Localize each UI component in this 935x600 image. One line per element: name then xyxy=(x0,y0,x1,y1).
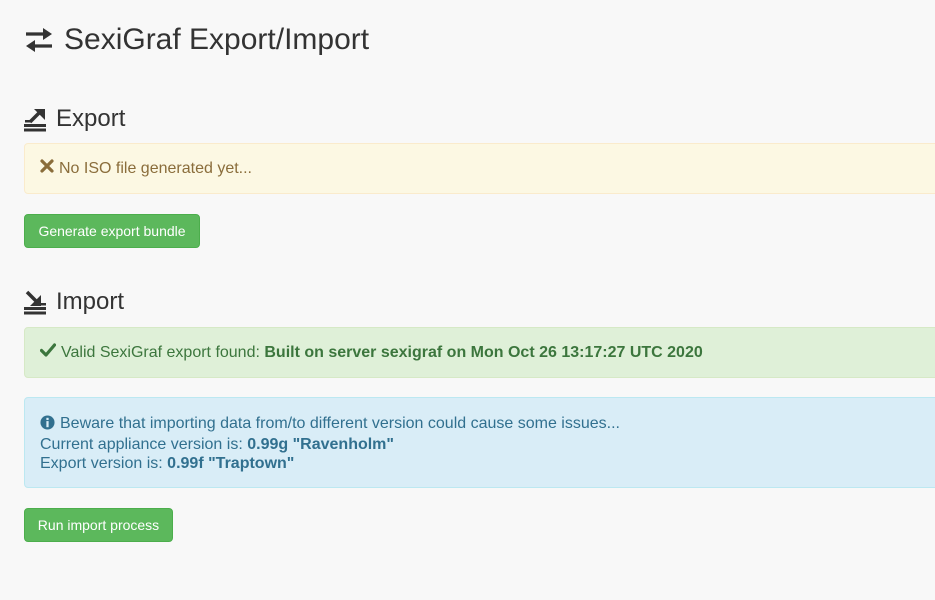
import-found-detail: Built on server sexigraf on Mon Oct 26 1… xyxy=(264,343,703,361)
import-found-alert: Valid SexiGraf export found: Built on se… xyxy=(24,327,935,378)
export-section-title: Export xyxy=(56,105,126,132)
version-warning-text: Beware that importing data from/to diffe… xyxy=(60,415,620,432)
generate-export-bundle-button[interactable]: Generate export bundle xyxy=(24,214,200,248)
exchange-arrows-icon xyxy=(24,26,54,54)
export-status-alert: No ISO file generated yet... xyxy=(24,143,935,194)
page-title: SexiGraf Export/Import xyxy=(64,23,370,56)
run-import-process-button[interactable]: Run import process xyxy=(24,508,173,542)
check-icon xyxy=(39,343,57,362)
version-warning-line: Beware that importing data from/to diffe… xyxy=(40,414,928,435)
import-section-title: Import xyxy=(56,288,125,315)
info-circle-icon xyxy=(40,415,55,435)
page-header: SexiGraf Export/Import xyxy=(24,18,369,62)
import-section-header: Import xyxy=(24,286,124,318)
export-version-label: Export version is: xyxy=(40,455,163,472)
version-info-alert: Beware that importing data from/to diffe… xyxy=(24,397,935,488)
export-version-line: Export version is: 0.99f "Traptown" xyxy=(40,454,928,473)
current-version-label: Current appliance version is: xyxy=(40,436,243,453)
export-icon xyxy=(24,106,48,132)
import-found-prefix: Valid SexiGraf export found: xyxy=(61,343,260,361)
import-icon xyxy=(24,289,48,315)
current-version-value: 0.99g "Ravenholm" xyxy=(247,436,394,453)
export-section-header: Export xyxy=(24,103,125,135)
export-version-value: 0.99f "Traptown" xyxy=(167,455,295,472)
export-status-text: No ISO file generated yet... xyxy=(59,159,252,177)
times-icon xyxy=(40,159,54,178)
current-version-line: Current appliance version is: 0.99g "Rav… xyxy=(40,435,928,454)
